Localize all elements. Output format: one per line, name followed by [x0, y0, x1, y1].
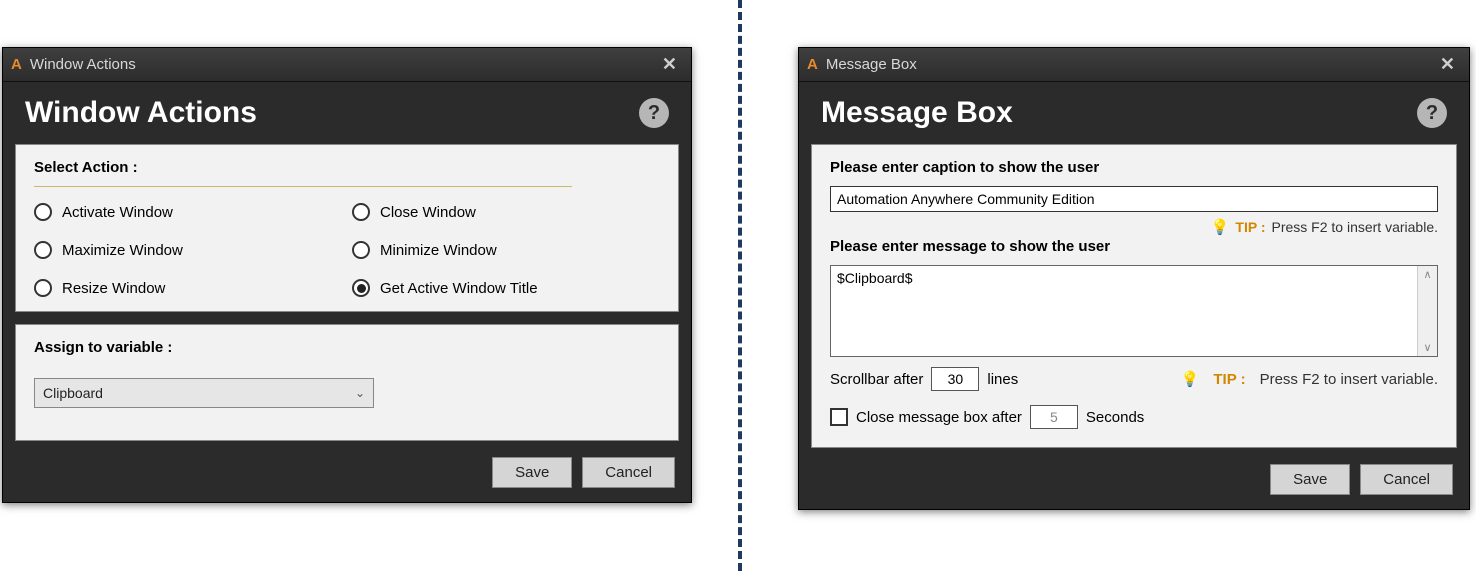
- radio-get-active-window-title[interactable]: Get Active Window Title: [352, 279, 660, 297]
- app-logo-icon: A: [807, 56, 818, 73]
- variable-select-value: Clipboard: [43, 385, 103, 401]
- dialog-heading: Message Box: [821, 96, 1417, 130]
- titlebar-title: Window Actions: [30, 56, 656, 73]
- radio-close-window[interactable]: Close Window: [352, 203, 660, 221]
- scroll-down-icon[interactable]: ∨: [1423, 341, 1431, 354]
- textarea-scrollbar[interactable]: ∧ ∨: [1417, 266, 1437, 356]
- caption-label: Please enter caption to show the user: [830, 159, 1438, 176]
- radio-maximize-window[interactable]: Maximize Window: [34, 241, 342, 259]
- radio-activate-window[interactable]: Activate Window: [34, 203, 342, 221]
- radio-icon: [352, 241, 370, 259]
- radio-icon: [352, 279, 370, 297]
- close-icon[interactable]: ✕: [656, 54, 683, 75]
- radio-label: Maximize Window: [62, 242, 183, 259]
- close-icon[interactable]: ✕: [1434, 54, 1461, 75]
- scrollbar-suffix: lines: [987, 371, 1018, 388]
- message-box-dialog: A Message Box ✕ Message Box ? Please ent…: [798, 47, 1470, 510]
- radio-resize-window[interactable]: Resize Window: [34, 279, 342, 297]
- scrollbar-lines-input[interactable]: [931, 367, 979, 391]
- close-after-row: Close message box after Seconds: [830, 405, 1438, 429]
- radio-label: Minimize Window: [380, 242, 497, 259]
- titlebar[interactable]: A Window Actions ✕: [3, 48, 691, 82]
- radio-label: Close Window: [380, 204, 476, 221]
- cancel-button[interactable]: Cancel: [1360, 464, 1453, 495]
- tip-text: Press F2 to insert variable.: [1260, 371, 1438, 388]
- radio-label: Activate Window: [62, 204, 173, 221]
- radio-label: Resize Window: [62, 280, 165, 297]
- radio-label: Get Active Window Title: [380, 280, 538, 297]
- tip-label: TIP :: [1213, 371, 1245, 388]
- help-button[interactable]: ?: [639, 98, 669, 128]
- dialog-header: Window Actions ?: [3, 82, 691, 144]
- action-radio-group: Activate Window Close Window Maximize Wi…: [34, 203, 660, 297]
- scrollbar-and-tip-row: Scrollbar after lines 💡 TIP : Press F2 t…: [830, 367, 1438, 391]
- vertical-divider: [738, 0, 742, 571]
- titlebar-title: Message Box: [826, 56, 1434, 73]
- dialog-buttons: Save Cancel: [799, 454, 1469, 509]
- cancel-button[interactable]: Cancel: [582, 457, 675, 488]
- close-after-seconds-input[interactable]: [1030, 405, 1078, 429]
- close-after-label: Close message box after: [856, 409, 1022, 426]
- radio-icon: [34, 241, 52, 259]
- message-box-panel: Please enter caption to show the user 💡 …: [811, 144, 1457, 448]
- close-after-suffix: Seconds: [1086, 409, 1144, 426]
- tip-label: TIP :: [1235, 219, 1265, 235]
- scrollbar-setting: Scrollbar after lines: [830, 367, 1018, 391]
- assign-variable-panel: Assign to variable : Clipboard ⌄: [15, 324, 679, 441]
- message-textarea[interactable]: [831, 266, 1417, 356]
- chevron-down-icon: ⌄: [355, 386, 365, 400]
- assign-variable-label: Assign to variable :: [34, 339, 660, 356]
- dialog-buttons: Save Cancel: [3, 447, 691, 502]
- dialog-heading: Window Actions: [25, 96, 639, 130]
- close-after-checkbox[interactable]: [830, 408, 848, 426]
- save-button[interactable]: Save: [1270, 464, 1350, 495]
- caption-input[interactable]: [830, 186, 1438, 212]
- section-divider: [34, 186, 572, 187]
- tip-text: Press F2 to insert variable.: [1271, 219, 1438, 235]
- radio-icon: [352, 203, 370, 221]
- message-textarea-wrap: ∧ ∨: [830, 265, 1438, 357]
- tip-row-caption: 💡 TIP : Press F2 to insert variable.: [830, 218, 1438, 236]
- dialog-header: Message Box ?: [799, 82, 1469, 144]
- scroll-up-icon[interactable]: ∧: [1423, 268, 1431, 281]
- radio-icon: [34, 203, 52, 221]
- message-label: Please enter message to show the user: [830, 238, 1438, 255]
- scrollbar-prefix: Scrollbar after: [830, 371, 923, 388]
- tip-row-message: 💡 TIP : Press F2 to insert variable.: [1181, 370, 1438, 388]
- radio-icon: [34, 279, 52, 297]
- lightbulb-icon: 💡: [1181, 370, 1200, 388]
- window-actions-dialog: A Window Actions ✕ Window Actions ? Sele…: [2, 47, 692, 503]
- radio-minimize-window[interactable]: Minimize Window: [352, 241, 660, 259]
- help-button[interactable]: ?: [1417, 98, 1447, 128]
- select-action-label: Select Action :: [34, 159, 660, 176]
- app-logo-icon: A: [11, 56, 22, 73]
- lightbulb-icon: 💡: [1211, 218, 1230, 236]
- variable-select[interactable]: Clipboard ⌄: [34, 378, 374, 408]
- titlebar[interactable]: A Message Box ✕: [799, 48, 1469, 82]
- save-button[interactable]: Save: [492, 457, 572, 488]
- select-action-panel: Select Action : Activate Window Close Wi…: [15, 144, 679, 312]
